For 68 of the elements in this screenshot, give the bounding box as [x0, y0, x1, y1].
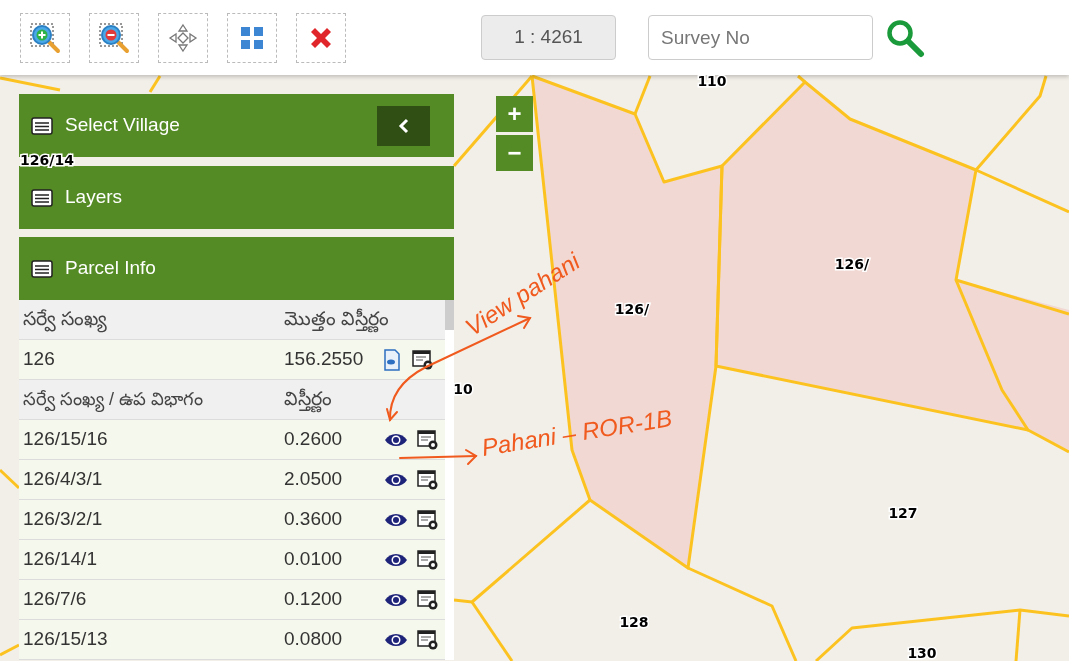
- table-cell-text: 126: [22, 347, 56, 372]
- map-tool-button[interactable]: [20, 12, 70, 63]
- record-view-icon[interactable]: [417, 469, 439, 490]
- list-icon: [31, 188, 53, 207]
- eye-icon[interactable]: [384, 591, 408, 608]
- pan-arrows-icon: [168, 22, 198, 53]
- parcel-number-label: 10: [453, 381, 473, 397]
- scale-display: 1 : 4261: [481, 15, 616, 60]
- accordion-header[interactable]: Layers: [19, 166, 454, 229]
- accordion-header[interactable]: Parcel Info: [19, 237, 454, 300]
- panel-title: Layers: [65, 185, 123, 210]
- parcel-number-label: 127: [888, 505, 918, 521]
- record-view-icon[interactable]: [412, 349, 434, 370]
- record-view-icon[interactable]: [417, 429, 439, 450]
- collapse-button[interactable]: [377, 105, 430, 146]
- column-header: సర్వే సంఖ్య / ఉప విభాగం: [19, 386, 284, 413]
- table-cell-text: 126/3/2/1: [22, 507, 104, 532]
- panel-title: Select Village: [65, 113, 180, 138]
- list-icon: [31, 259, 53, 278]
- eye-icon[interactable]: [384, 511, 408, 528]
- table-cell-text: 0.2600: [284, 427, 344, 452]
- zoom-in-button[interactable]: +: [496, 96, 533, 132]
- table-cell-text: 0.3600: [284, 507, 344, 532]
- parcel-number-label: 126/: [614, 301, 650, 317]
- full-extent-icon: [239, 24, 265, 51]
- parcel-boundary-line: [0, 468, 21, 490]
- table-cell-text: 126/7/6: [22, 587, 88, 612]
- record-view-icon[interactable]: [417, 629, 439, 650]
- record-view-icon[interactable]: [417, 589, 439, 610]
- parcel-number-label: 128: [619, 614, 649, 630]
- table-cell-text: 156.2550: [284, 347, 365, 372]
- eye-icon[interactable]: [384, 631, 408, 648]
- parcel-number-label: 130: [907, 645, 937, 661]
- map-tool-button[interactable]: [296, 12, 346, 63]
- map-tool-button[interactable]: [227, 12, 277, 63]
- zoom-out-icon: [97, 20, 131, 55]
- table-cell-text: 126/4/3/1: [22, 467, 104, 492]
- list-icon: [31, 116, 53, 135]
- eye-icon[interactable]: [384, 431, 408, 448]
- table-cell-text: 0.1200: [284, 587, 344, 612]
- record-view-icon[interactable]: [417, 549, 439, 570]
- search-icon[interactable]: [885, 17, 925, 58]
- zoom-in-icon: [28, 20, 62, 55]
- column-header: విస్తీర్ణం: [284, 385, 332, 414]
- survey-number-field[interactable]: Survey No: [648, 15, 873, 60]
- handwritten-annotation: Pahani – ROR-1B: [479, 403, 675, 463]
- table-cell-text: 126/15/13: [22, 627, 109, 652]
- map-tool-button[interactable]: [158, 12, 208, 63]
- chevron-left-icon: [397, 117, 410, 134]
- eye-icon[interactable]: [384, 551, 408, 568]
- parcel-number-label: 110: [697, 73, 727, 89]
- parcel-number-label: 126/: [834, 256, 870, 272]
- zoom-out-button[interactable]: −: [496, 135, 533, 171]
- record-view-icon[interactable]: [417, 509, 439, 530]
- parcel-boundary-line: [0, 643, 20, 657]
- eye-icon[interactable]: [384, 471, 408, 488]
- table-cell-text: 126/14/1: [22, 547, 98, 572]
- table-cell-text: 2.0500: [284, 467, 344, 492]
- panel-title: Parcel Info: [65, 256, 156, 281]
- parcel-boundary-line: [148, 75, 162, 93]
- table-cell-text: 0.0100: [284, 547, 344, 572]
- column-header: మొత్తం విస్తీర్ణం: [284, 305, 390, 334]
- map-tool-button[interactable]: [89, 12, 139, 63]
- table-cell-text: 0.0800: [284, 627, 344, 652]
- document-icon[interactable]: [384, 348, 400, 371]
- column-header: సర్వే సంఖ్య: [19, 305, 284, 334]
- parcel-boundary-line: [0, 76, 61, 92]
- table-cell-text: 126/15/16: [22, 427, 109, 452]
